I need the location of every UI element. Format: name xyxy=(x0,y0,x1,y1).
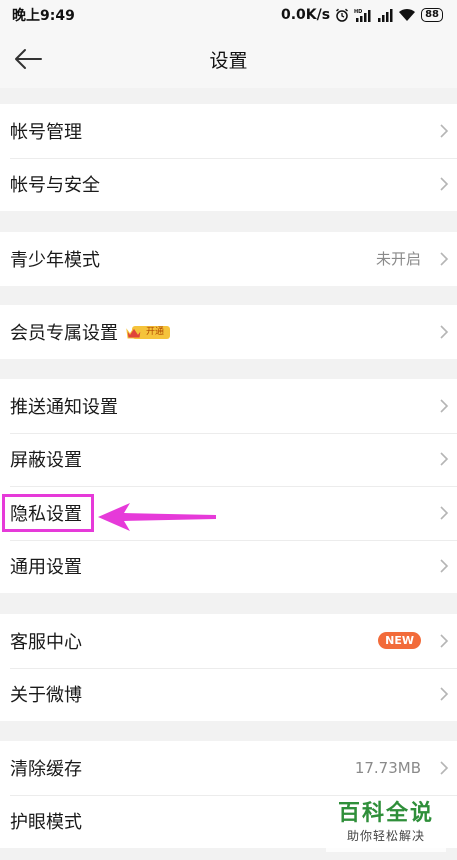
chevron-right-icon xyxy=(440,761,449,775)
row-label: 推送通知设置 xyxy=(10,396,118,418)
youth-mode-status: 未开启 xyxy=(375,250,421,269)
chevron-right-icon xyxy=(440,252,449,266)
status-bar: 晚上9:49 0.0K/s HD 88 xyxy=(0,0,457,30)
account-group: 帐号管理 帐号与安全 xyxy=(0,104,457,211)
about-weibo-row[interactable]: 关于微博 xyxy=(0,667,457,722)
back-button[interactable] xyxy=(12,44,44,74)
svg-text:HD: HD xyxy=(354,9,362,15)
chevron-right-icon xyxy=(440,687,449,701)
chevron-right-icon xyxy=(440,506,449,520)
vip-group: 会员专属设置 开通 xyxy=(0,305,457,359)
row-label: 帐号管理 xyxy=(10,121,82,143)
customer-service-row[interactable]: 客服中心 NEW xyxy=(0,614,457,668)
chevron-right-icon xyxy=(440,452,449,466)
watermark-title: 百科全说 xyxy=(337,801,434,826)
chevron-right-icon xyxy=(440,325,449,339)
chevron-right-icon xyxy=(440,124,449,138)
chevron-right-icon xyxy=(440,559,449,573)
watermark-logo: 百科全说 助你轻松解决 xyxy=(326,800,446,852)
youth-mode-row[interactable]: 青少年模式 未开启 xyxy=(0,232,457,286)
new-badge: NEW xyxy=(378,632,421,650)
row-label: 通用设置 xyxy=(10,557,82,579)
row-label: 关于微博 xyxy=(10,685,82,707)
common-settings-row[interactable]: 通用设置 xyxy=(0,539,457,594)
general-group: 推送通知设置 屏蔽设置 隐私设置 通用设置 xyxy=(0,379,457,593)
row-label: 清除缓存 xyxy=(10,758,82,780)
account-manage-row[interactable]: 帐号管理 xyxy=(0,104,457,158)
back-arrow-icon xyxy=(15,49,42,69)
status-icons: 0.0K/s HD 88 xyxy=(281,7,443,23)
chevron-right-icon xyxy=(440,399,449,413)
clear-cache-row[interactable]: 清除缓存 17.73MB xyxy=(0,741,457,795)
row-label: 客服中心 xyxy=(10,631,82,653)
watermark-subtitle: 助你轻松解决 xyxy=(346,829,425,843)
page-title: 设置 xyxy=(209,49,248,72)
row-label: 屏蔽设置 xyxy=(10,450,82,472)
youth-group: 青少年模式 未开启 xyxy=(0,232,457,286)
privacy-settings-row[interactable]: 隐私设置 xyxy=(0,486,457,540)
row-label: 青少年模式 xyxy=(10,249,100,271)
chevron-right-icon xyxy=(440,634,449,648)
wifi-icon xyxy=(399,8,416,21)
row-label: 帐号与安全 xyxy=(10,175,100,197)
account-security-row[interactable]: 帐号与安全 xyxy=(0,157,457,212)
signal-hd-icon: HD xyxy=(354,9,371,22)
chevron-right-icon xyxy=(440,177,449,191)
vip-crown-icon xyxy=(126,326,142,339)
vip-badge: 开通 xyxy=(126,325,171,341)
row-label: 隐私设置 xyxy=(10,503,82,525)
support-group: 客服中心 NEW 关于微博 xyxy=(0,614,457,721)
network-speed: 0.0K/s xyxy=(280,7,331,23)
vip-settings-row[interactable]: 会员专属设置 开通 xyxy=(0,305,457,359)
block-settings-row[interactable]: 屏蔽设置 xyxy=(0,432,457,487)
push-notification-row[interactable]: 推送通知设置 xyxy=(0,379,457,433)
cache-size: 17.73MB xyxy=(354,758,421,777)
nav-bar: 设置 xyxy=(0,30,457,88)
alarm-icon xyxy=(336,8,349,22)
status-time: 晚上9:49 xyxy=(12,8,75,24)
row-label: 护眼模式 xyxy=(10,812,82,834)
battery-icon: 88 xyxy=(421,8,443,22)
signal-icon xyxy=(378,9,393,22)
row-label: 会员专属设置 xyxy=(10,322,118,344)
